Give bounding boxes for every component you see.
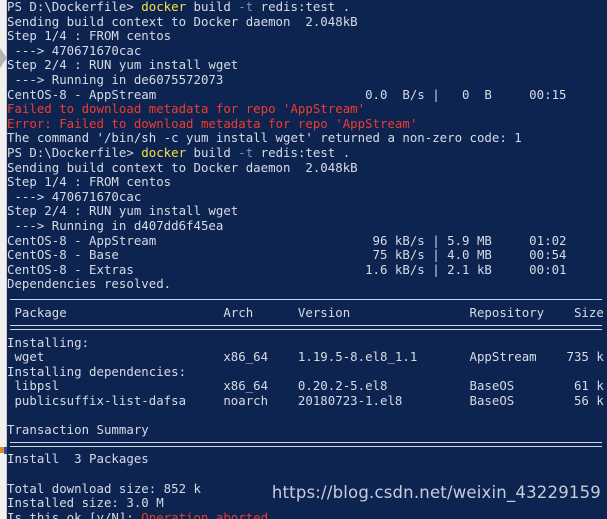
command-subcommand: build: [186, 144, 239, 160]
console-line: publicsuffix-list-dafsa noarch 20180723-…: [7, 393, 607, 409]
console-line: Sending build context to Docker daemon 2…: [7, 159, 607, 176]
console-line: libpsl x86_64 0.20.2-5.el8 BaseOS 61 k: [7, 379, 607, 394]
console-text: Step 2/4 : RUN yum install wget: [7, 203, 239, 219]
console-line: Dependencies resolved.: [7, 276, 607, 292]
console-text: Installed size: 3.0 M: [7, 495, 164, 511]
error-message: Failed to download metadata for repo 'Ap…: [7, 101, 366, 117]
console-line: CentOS-8 - AppStream 96 kB/s | 5.9 MB 01…: [7, 232, 607, 249]
console-line: Failed to download metadata for repo 'Ap…: [7, 101, 607, 117]
console-line: ---> 470671670cac: [7, 42, 607, 59]
console-output-area[interactable]: PS D:\Dockerfile> docker build -t redis:…: [7, 0, 607, 519]
prompt-path: PS D:\Dockerfile>: [7, 0, 142, 14]
editor-gutter-strip: [0, 0, 7, 519]
confirm-question: Is this ok [y/N]:: [7, 509, 142, 519]
play-triangle-icon: [0, 48, 7, 68]
command-flag: -t: [238, 0, 254, 14]
console-text: Step 1/4 : FROM centos: [7, 28, 172, 44]
command-prompt-line: PS D:\Dockerfile> docker build -t redis:…: [7, 0, 607, 15]
command-subcommand: build: [186, 0, 239, 14]
console-line: Package Arch Version Repository Size: [7, 306, 607, 321]
console-text: ---> 470671670cac: [7, 42, 142, 58]
terminal-screenshot: PS D:\Dockerfile> docker build -t redis:…: [0, 0, 607, 519]
console-line: CentOS-8 - Extras 1.6 kB/s | 2.1 kB 00:0…: [7, 261, 607, 278]
console-line: Total download size: 852 k: [7, 480, 607, 497]
prompt-path: PS D:\Dockerfile>: [7, 144, 142, 160]
table-separator-rule: [7, 438, 607, 453]
scroll-position-marker-icon: [4, 447, 7, 454]
console-line: Step 2/4 : RUN yum install wget: [7, 204, 607, 219]
console-text: The command '/bin/sh -c yum install wget…: [7, 130, 522, 146]
docker-command: docker: [141, 0, 187, 14]
console-lines: PS D:\Dockerfile> docker build -t redis:…: [7, 0, 607, 519]
console-line: Error: Failed to download metadata for r…: [7, 115, 607, 132]
console-line: Installing dependencies:: [7, 363, 607, 380]
console-text: Step 1/4 : FROM centos: [7, 174, 172, 190]
console-line: ---> Running in d407dd6f45ea: [7, 217, 607, 234]
table-separator-rule: [7, 292, 607, 307]
console-line: ---> 470671670cac: [7, 188, 607, 205]
console-text: CentOS-8 - Extras 1.6 kB/s | 2.1 kB 00:0…: [7, 261, 567, 277]
console-line: CentOS-8 - Base 75 kB/s | 4.0 MB 00:54: [7, 247, 607, 263]
console-text: publicsuffix-list-dafsa noarch 20180723-…: [7, 393, 604, 409]
command-prompt-line: PS D:\Dockerfile> docker build -t redis:…: [7, 144, 607, 161]
console-text: wget x86_64 1.19.5-8.el8_1.1 AppStream 7…: [7, 349, 604, 365]
console-text: Install 3 Packages: [7, 451, 149, 467]
table-separator-rule: [7, 321, 607, 336]
command-flag: -t: [238, 144, 254, 160]
console-line: Installed size: 3.0 M: [7, 495, 607, 511]
console-line: The command '/bin/sh -c yum install wget…: [7, 131, 607, 146]
console-text: Sending build context to Docker daemon 2…: [7, 13, 358, 29]
console-text: ---> Running in de6075572073: [7, 71, 224, 87]
console-line: CentOS-8 - AppStream 0.0 B/s | 0 B 00:15: [7, 86, 607, 103]
console-line: Transaction Summary: [7, 422, 607, 438]
console-text: ---> 470671670cac: [7, 188, 142, 204]
console-text: Sending build context to Docker daemon 2…: [7, 159, 358, 175]
console-line: wget x86_64 1.19.5-8.el8_1.1 AppStream 7…: [7, 349, 607, 365]
docker-command: docker: [141, 144, 187, 160]
console-text: Step 2/4 : RUN yum install wget: [7, 57, 239, 73]
console-text: Installing:: [7, 334, 90, 350]
console-text: Installing dependencies:: [7, 363, 187, 379]
console-line: Sending build context to Docker daemon 2…: [7, 13, 607, 30]
console-text: CentOS-8 - AppStream 96 kB/s | 5.9 MB 01…: [7, 232, 567, 248]
console-text: CentOS-8 - AppStream 0.0 B/s | 0 B 00:15: [7, 86, 567, 102]
console-text: libpsl x86_64 0.20.2-5.el8 BaseOS 61 k: [7, 378, 604, 394]
error-message: Error: Failed to download metadata for r…: [7, 115, 418, 131]
console-line: Step 2/4 : RUN yum install wget: [7, 58, 607, 73]
console-line: Installing:: [7, 334, 607, 351]
confirm-prompt-line: Is this ok [y/N]: Operation aborted.: [7, 509, 607, 519]
console-text: ---> Running in d407dd6f45ea: [7, 217, 224, 233]
command-arguments: redis:test .: [253, 0, 351, 14]
console-line: Install 3 Packages: [7, 452, 607, 467]
console-text: Dependencies resolved.: [7, 276, 172, 292]
console-text: Total download size: 852 k: [7, 480, 201, 496]
console-text: CentOS-8 - Base 75 kB/s | 4.0 MB 00:54: [7, 247, 567, 263]
console-line: Step 1/4 : FROM centos: [7, 174, 607, 190]
console-line: ---> Running in de6075572073: [7, 71, 607, 88]
command-arguments: redis:test .: [253, 144, 351, 160]
operation-aborted-message: Operation aborted.: [141, 509, 276, 519]
console-line: Step 1/4 : FROM centos: [7, 28, 607, 44]
console-text: Package Arch Version Repository Size: [7, 305, 604, 321]
console-text: Transaction Summary: [7, 422, 149, 438]
